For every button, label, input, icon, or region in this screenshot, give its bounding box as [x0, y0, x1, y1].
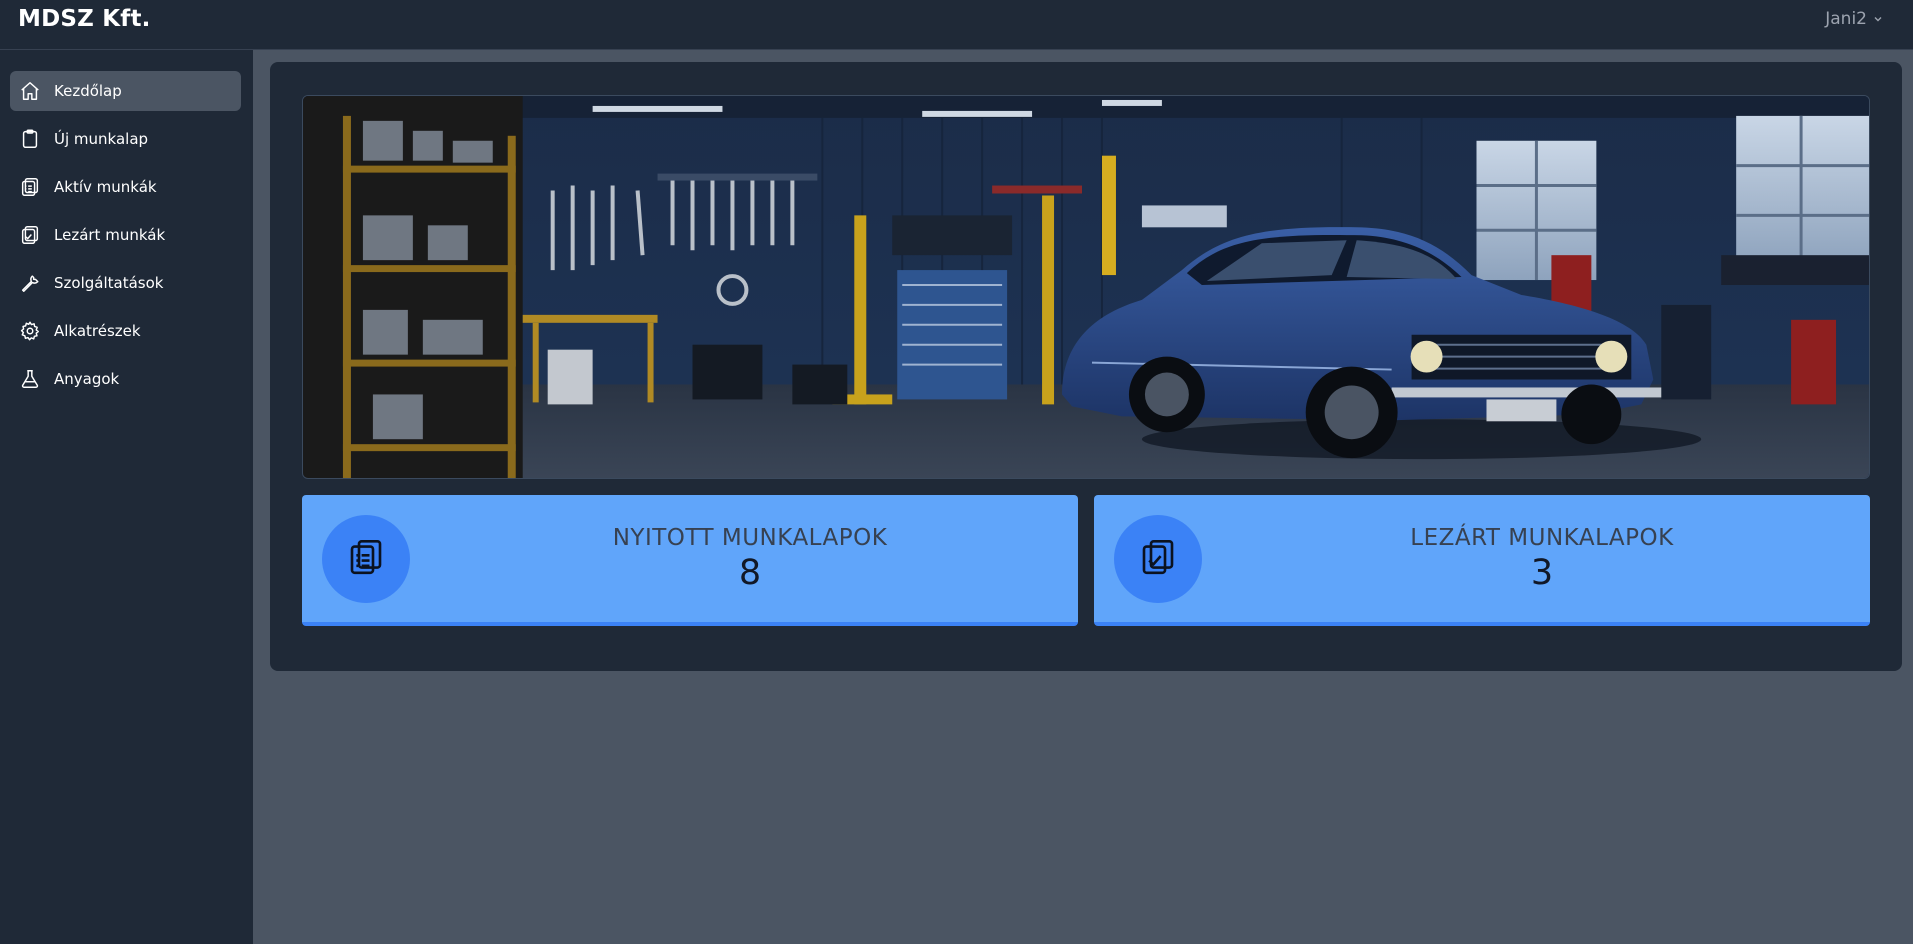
wrench-icon: [19, 272, 41, 294]
sidebar-item-anyagok[interactable]: Anyagok: [10, 359, 241, 399]
sidebar-item-label: Anyagok: [54, 370, 120, 388]
sidebar-item-kezdolap[interactable]: Kezdőlap: [10, 71, 241, 111]
sidebar-item-label: Alkatrészek: [54, 322, 141, 340]
sidebar-item-label: Aktív munkák: [54, 178, 157, 196]
clipboard-check-icon: [19, 224, 41, 246]
sidebar-item-lezart-munkak[interactable]: Lezárt munkák: [10, 215, 241, 255]
home-icon: [19, 80, 41, 102]
stat-icon-circle: [1114, 515, 1202, 603]
sidebar-item-label: Szolgáltatások: [54, 274, 164, 292]
sidebar-item-label: Lezárt munkák: [54, 226, 166, 244]
stat-value: 3: [1530, 553, 1554, 593]
sidebar-item-label: Kezdőlap: [54, 82, 122, 100]
stat-icon-circle: [322, 515, 410, 603]
garage-banner-image: [302, 95, 1870, 479]
stat-card-closed-worksheets[interactable]: LEZÁRT MUNKALAPOK 3: [1094, 495, 1870, 626]
sidebar-item-uj-munkalap[interactable]: Új munkalap: [10, 119, 241, 159]
clipboard-list-icon: [345, 536, 387, 582]
stat-card-open-worksheets[interactable]: NYITOTT MUNKALAPOK 8: [302, 495, 1078, 626]
dashboard-panel: NYITOTT MUNKALAPOK 8 LEZÁRT MUNKALAPOK 3: [270, 62, 1902, 671]
user-name: Jani2: [1825, 9, 1867, 29]
sidebar-item-alkatreszek[interactable]: Alkatrészek: [10, 311, 241, 351]
gear-icon: [19, 320, 41, 342]
brand-title[interactable]: MDSZ Kft.: [18, 6, 151, 32]
stat-label: NYITOTT MUNKALAPOK: [612, 525, 888, 551]
top-navbar: MDSZ Kft. Jani2: [0, 0, 1913, 50]
stat-label: LEZÁRT MUNKALAPOK: [1410, 525, 1674, 551]
chevron-down-icon: [1873, 9, 1883, 29]
flask-icon: [19, 368, 41, 390]
clipboard-icon: [19, 128, 41, 150]
sidebar-item-szolgaltatasok[interactable]: Szolgáltatások: [10, 263, 241, 303]
clipboard-list-icon: [19, 176, 41, 198]
clipboard-check-icon: [1137, 536, 1179, 582]
stat-value: 8: [738, 553, 762, 593]
sidebar: Kezdőlap Új munkalap Aktív munkák Lezárt…: [0, 50, 253, 944]
sidebar-item-label: Új munkalap: [54, 130, 149, 148]
sidebar-item-aktiv-munkak[interactable]: Aktív munkák: [10, 167, 241, 207]
user-menu-dropdown[interactable]: Jani2: [1825, 9, 1883, 29]
